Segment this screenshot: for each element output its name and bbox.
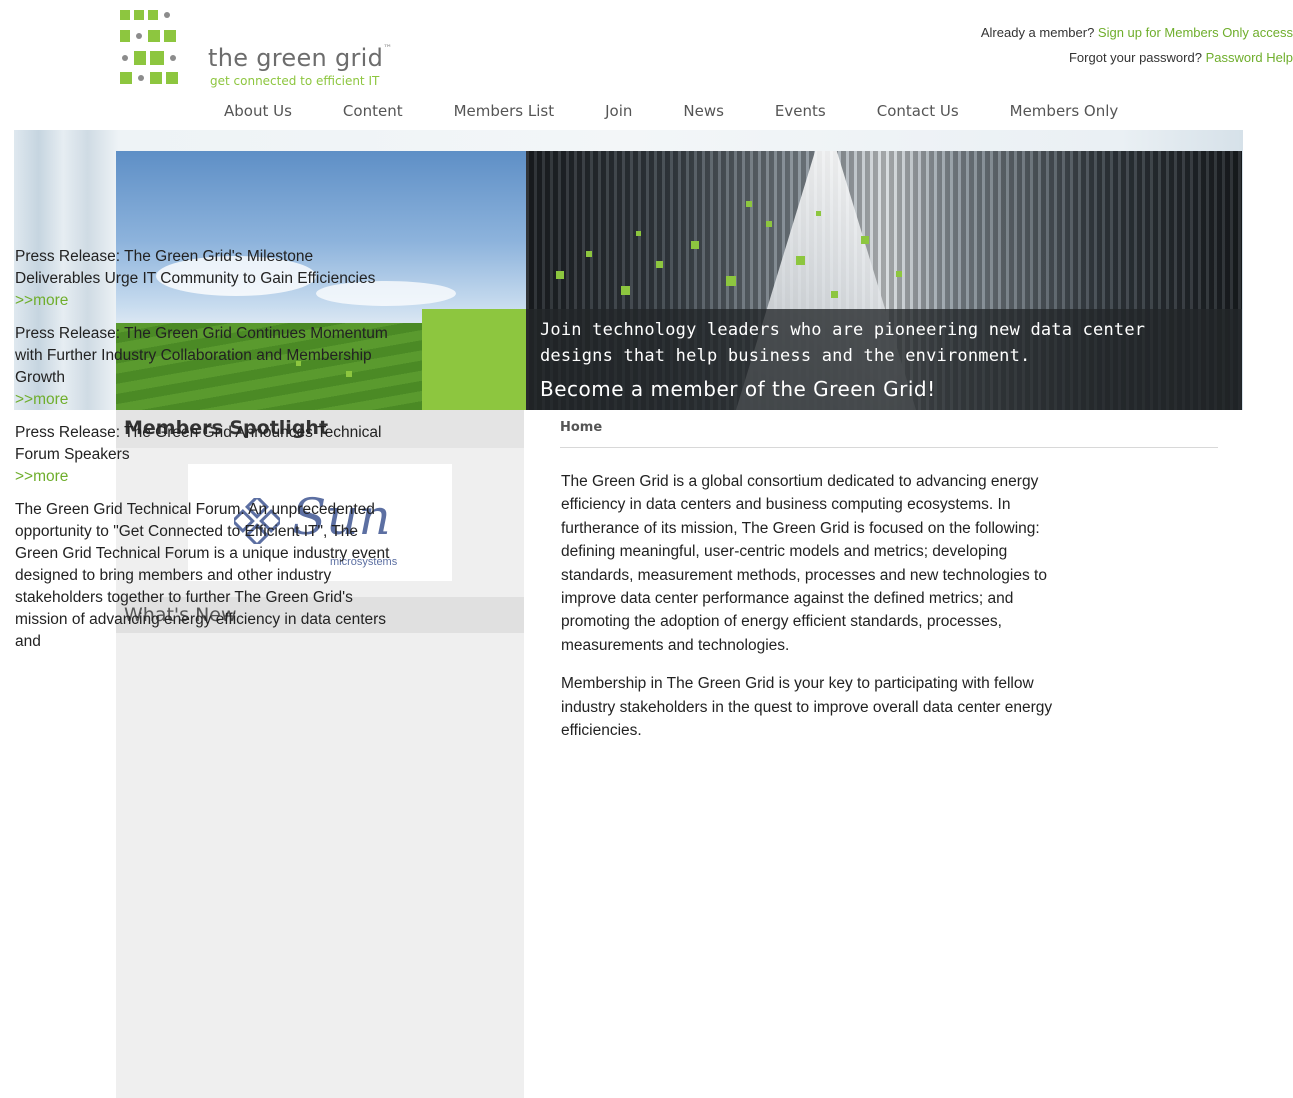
nav-content[interactable]: Content: [343, 102, 403, 126]
nav-about-us[interactable]: About Us: [224, 102, 292, 126]
news-item-text: Press Release: The Green Grid's Mileston…: [15, 248, 376, 287]
main-nav: About Us Content Members List Join News …: [224, 102, 1118, 126]
member-prompt: Already a member?: [980, 25, 1098, 40]
nav-join[interactable]: Join: [605, 102, 632, 126]
breadcrumb-divider: [560, 447, 1218, 448]
news-item: The Green Grid Technical Forum. An unpre…: [15, 499, 395, 653]
news-item: Press Release: The Green Grid Continues …: [15, 323, 395, 411]
hero-cta[interactable]: Become a member of the Green Grid!: [540, 377, 936, 401]
green-grid-logo-icon: [120, 10, 204, 86]
breadcrumb[interactable]: Home: [560, 420, 602, 435]
nav-news[interactable]: News: [683, 102, 724, 126]
brand-tagline: get connected to efficient IT: [210, 74, 380, 88]
trademark-symbol: ™: [383, 44, 393, 54]
password-help-link[interactable]: Password Help: [1206, 50, 1293, 65]
news-list: Press Release: The Green Grid's Mileston…: [15, 246, 395, 664]
nav-events[interactable]: Events: [775, 102, 826, 126]
hero-green-block: [422, 309, 526, 410]
nav-members-only[interactable]: Members Only: [1010, 102, 1119, 126]
nav-contact-us[interactable]: Contact Us: [877, 102, 959, 126]
member-row: Already a member? Sign up for Members On…: [913, 20, 1293, 45]
password-row: Forgot your password? Password Help: [913, 45, 1293, 70]
news-item-text: The Green Grid Technical Forum. An unpre…: [15, 501, 390, 650]
hero-headline: Join technology leaders who are pioneeri…: [540, 320, 1146, 366]
news-item: Press Release: The Green Grid's Mileston…: [15, 246, 395, 312]
members-signup-link[interactable]: Sign up for Members Only access: [1098, 25, 1293, 40]
brand-name: the green grid™: [208, 44, 393, 72]
news-more-link[interactable]: >>more: [15, 389, 395, 411]
site-logo[interactable]: the green grid™ get connected to efficie…: [120, 10, 420, 90]
nav-members-list[interactable]: Members List: [454, 102, 555, 126]
intro-paragraph: The Green Grid is a global consortium de…: [561, 473, 1047, 654]
password-prompt: Forgot your password?: [1068, 50, 1206, 65]
news-more-link[interactable]: >>more: [15, 290, 395, 312]
membership-paragraph: Membership in The Green Grid is your key…: [561, 675, 1053, 740]
main-content: The Green Grid is a global consortium de…: [561, 470, 1076, 757]
news-item-text: Press Release: The Green Grid Continues …: [15, 325, 388, 386]
news-more-link[interactable]: >>more: [15, 466, 395, 488]
news-item: Press Release: The Green Grid Announces …: [15, 422, 395, 488]
account-links: Already a member? Sign up for Members On…: [913, 20, 1293, 70]
news-item-text: Press Release: The Green Grid Announces …: [15, 424, 382, 463]
